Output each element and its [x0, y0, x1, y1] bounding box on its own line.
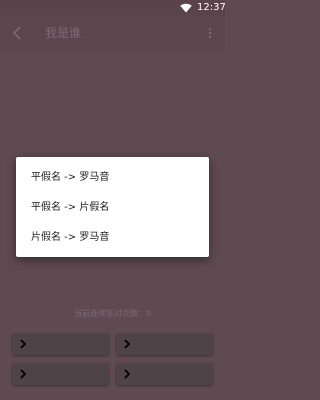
status-time: 12:37	[197, 2, 226, 13]
arrow-back-icon[interactable]	[10, 24, 24, 42]
app-bar: 我是谁	[0, 15, 225, 51]
answer-button-2[interactable]	[116, 333, 213, 355]
chevron-right-icon	[20, 369, 27, 379]
chevron-right-icon	[124, 339, 131, 349]
chevron-right-icon	[124, 369, 131, 379]
page-title: 我是谁	[45, 26, 82, 40]
wifi-icon	[180, 3, 192, 13]
chevron-right-icon	[20, 339, 27, 349]
streak-count-text: 当前连续答对次数：0	[73, 309, 152, 318]
option-hiragana-to-romaji[interactable]: 平假名 -> 罗马音	[16, 163, 209, 193]
answer-button-1[interactable]	[12, 333, 109, 355]
option-katakana-to-romaji[interactable]: 片假名 -> 罗马音	[16, 223, 209, 253]
answer-button-3[interactable]	[12, 363, 109, 385]
option-hiragana-to-katakana[interactable]: 平假名 -> 片假名	[16, 193, 209, 223]
status-bar: 12:37	[0, 0, 226, 15]
answer-button-4[interactable]	[116, 363, 213, 385]
mode-select-dialog: 平假名 -> 罗马音 平假名 -> 片假名 片假名 -> 罗马音	[16, 157, 209, 257]
more-vert-icon[interactable]	[207, 24, 213, 42]
